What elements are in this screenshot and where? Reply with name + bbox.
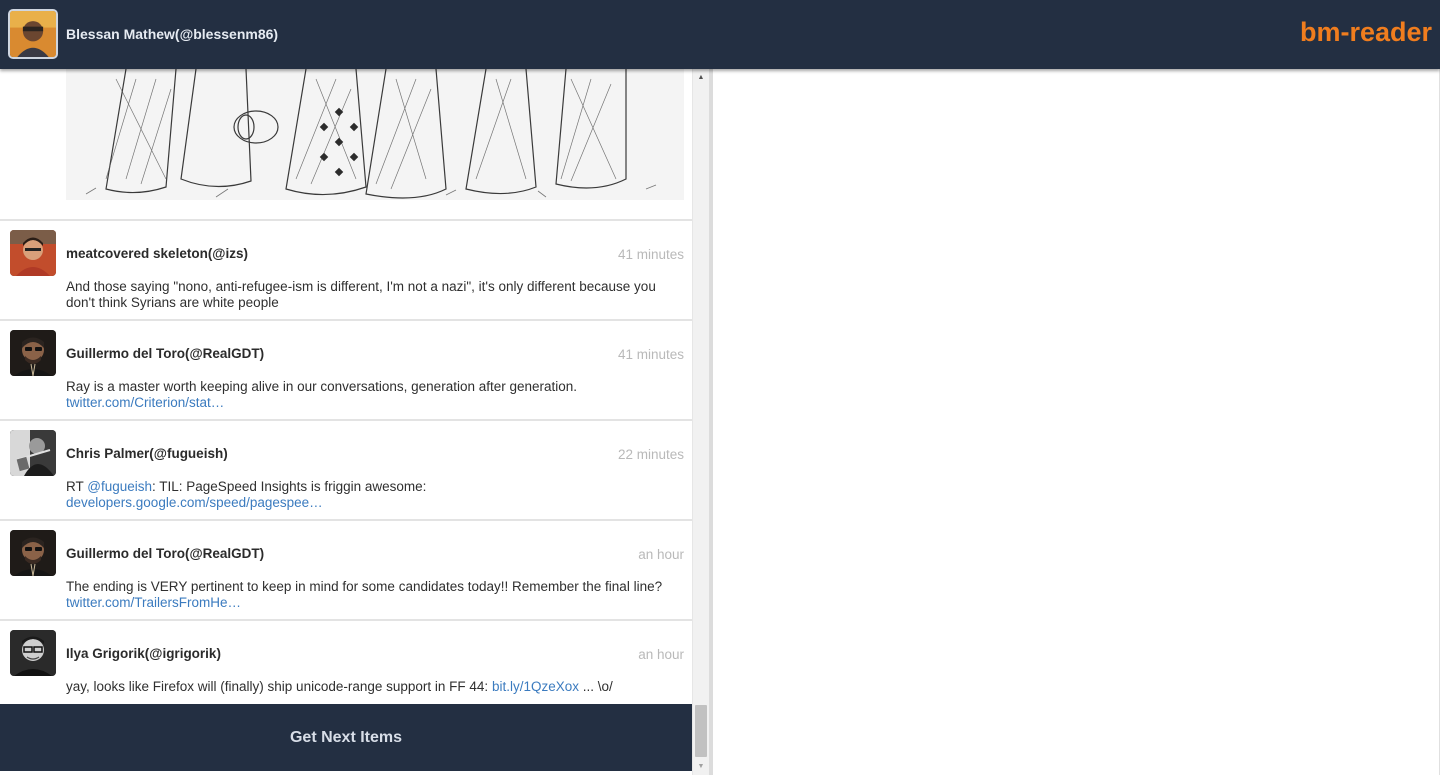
scroll-up-arrow-icon[interactable]: ▲ <box>693 69 709 86</box>
tweet-author-name[interactable]: Guillermo del Toro(@RealGDT) <box>66 346 264 361</box>
tweet-list: meatcovered skeleton(@izs) 41 minutes An… <box>0 219 692 719</box>
tweet-text-prefix: RT <box>66 479 88 494</box>
tweet-item[interactable]: Guillermo del Toro(@RealGDT) 41 minutes … <box>0 319 692 419</box>
tweet-timestamp[interactable]: an hour <box>638 547 684 562</box>
tweet-author-avatar[interactable] <box>10 630 56 676</box>
timeline-scrollbar[interactable]: ▲ ▼ <box>692 69 709 775</box>
tweet-media-image[interactable] <box>66 69 684 200</box>
tweet-link[interactable]: bit.ly/1QzeXox <box>492 679 579 694</box>
tweet-item[interactable]: Chris Palmer(@fugueish) 22 minutes RT @f… <box>0 419 692 519</box>
tweet-author-avatar[interactable] <box>10 530 56 576</box>
timeline-pane[interactable]: meatcovered skeleton(@izs) 41 minutes An… <box>0 69 692 775</box>
scroll-down-arrow-icon[interactable]: ▼ <box>693 758 709 775</box>
tweet-text: The ending is VERY pertinent to keep in … <box>66 579 676 611</box>
get-next-items-button[interactable]: Get Next Items <box>0 704 692 771</box>
tweet-timestamp[interactable]: 22 minutes <box>618 447 684 462</box>
tweet-text-body: : TIL: PageSpeed Insights is friggin awe… <box>152 479 427 494</box>
tweet-link[interactable]: twitter.com/TrailersFromHe… <box>66 595 241 610</box>
tweet-author-name[interactable]: Guillermo del Toro(@RealGDT) <box>66 546 264 561</box>
profile-avatar[interactable] <box>8 9 58 59</box>
tweet-text: yay, looks like Firefox will (finally) s… <box>66 679 676 695</box>
app-brand-logo: bm-reader <box>1299 17 1432 47</box>
tweet-text-body: And those saying "nono, anti-refugee-ism… <box>66 279 656 310</box>
tweet-author-avatar[interactable] <box>10 430 56 476</box>
tweet-timestamp[interactable]: 41 minutes <box>618 347 684 362</box>
tweet-text: And those saying "nono, anti-refugee-ism… <box>66 279 676 311</box>
app-header: Blessan Mathew(@blessenm86) bm-reader <box>0 0 1440 69</box>
tweet-item[interactable]: Guillermo del Toro(@RealGDT) an hour The… <box>0 519 692 619</box>
tweet-text: Ray is a master worth keeping alive in o… <box>66 379 676 411</box>
tweet-author-name[interactable]: meatcovered skeleton(@izs) <box>66 246 248 261</box>
pagination-bar: Get Next Items <box>0 704 692 771</box>
tweet-item[interactable]: meatcovered skeleton(@izs) 41 minutes An… <box>0 219 692 319</box>
tweet-timestamp[interactable]: 41 minutes <box>618 247 684 262</box>
tweet-author-name[interactable]: Chris Palmer(@fugueish) <box>66 446 228 461</box>
tweet-author-avatar[interactable] <box>10 330 56 376</box>
tweet-mention-link[interactable]: @fugueish <box>87 479 152 494</box>
tweet-author-name[interactable]: Ilya Grigorik(@igrigorik) <box>66 646 221 661</box>
tweet-link[interactable]: developers.google.com/speed/pagespee… <box>66 495 323 510</box>
scrollbar-thumb[interactable] <box>695 705 707 757</box>
profile-name[interactable]: Blessan Mathew(@blessenm86) <box>66 26 278 42</box>
tweet-text: RT @fugueish: TIL: PageSpeed Insights is… <box>66 479 676 511</box>
tweet-timestamp[interactable]: an hour <box>638 647 684 662</box>
tweet-link[interactable]: twitter.com/Criterion/stat… <box>66 395 224 410</box>
tweet-author-avatar[interactable] <box>10 230 56 276</box>
reader-pane <box>713 69 1440 775</box>
tweet-text-body: Ray is a master worth keeping alive in o… <box>66 379 578 394</box>
tweet-text-suffix: ... \o/ <box>578 679 613 694</box>
tweet-text-body: The ending is VERY pertinent to keep in … <box>66 579 663 594</box>
tweet-text-body: yay, looks like Firefox will (finally) s… <box>66 679 489 694</box>
